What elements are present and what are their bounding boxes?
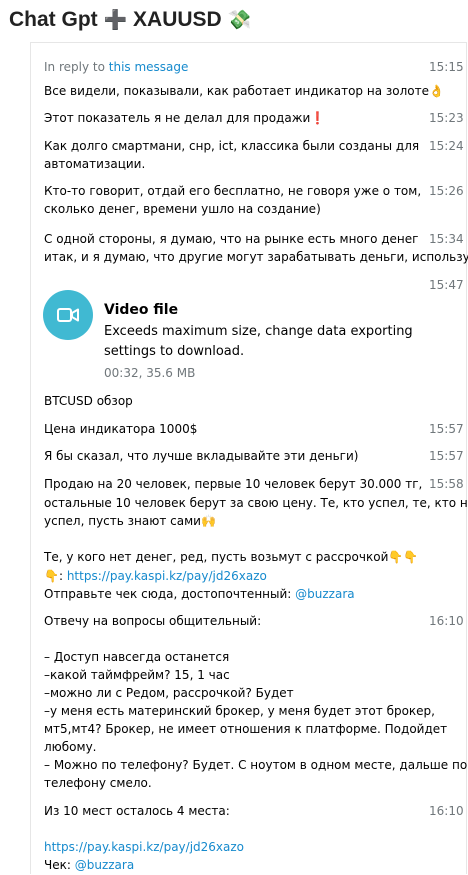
video-title: Video file [104,302,179,318]
message-text: С одной стороны, я думаю, что на рынке е… [44,232,419,246]
message-text: итак, и я думаю, что другие могут зараба… [44,250,468,264]
message-text: Я бы сказал, что лучше вкладывайте эти д… [44,449,359,463]
message-text: Отвечу на вопросы общительный: [44,614,262,628]
message-text: остальные 10 человек берут за свою цену.… [44,496,468,510]
message-link-line: https://pay.kaspi.kz/pay/jd26xazo [44,838,244,857]
message-text: Кто-то говорит, отдай его бесплатно, не … [44,184,422,198]
username-link[interactable]: @buzzara [75,858,134,872]
chat-header: Chat Gpt ➕ XAUUSD 💸 [0,0,468,42]
video-description: Exceeds maximum size, change data export… [104,324,413,359]
message-text: телефону смело. [44,776,152,790]
message-time: 15:47 [429,278,464,292]
history-divider-left [30,42,31,874]
message-text: BTCUSD обзор [44,394,133,408]
message-text: –можно ли с Редом, рассрочкой? Будет [44,686,294,700]
chat-title: Chat Gpt [9,8,98,31]
message-time: 15:58 [429,477,464,491]
message-time: 15:15 [429,60,464,74]
message-receipt-line: Чек: @buzzara [44,856,134,875]
money-emoji-icon: 💸 [227,10,252,31]
message-text: Те, у кого нет денег, ред, пусть возьмут… [44,550,419,564]
message-time: 16:10 [429,614,464,628]
message-text: – Доступ навсегда останется [44,650,230,664]
username-link[interactable]: @buzzara [295,587,354,601]
message-text: –какой таймфрейм? 15, 1 час [44,668,230,682]
payment-link[interactable]: https://pay.kaspi.kz/pay/jd26xazo [44,840,244,854]
reply-prefix: In reply to [44,60,105,74]
message-text: – Можно по телефону? Будет. С ноутом в о… [44,758,468,772]
message-text: Продаю на 20 человек, первые 10 человек … [44,477,423,491]
message-text: Все видели, показывали, как работает инд… [44,84,444,98]
message-text: –у меня есть материнский брокер, у меня … [44,704,435,718]
message-text: Как долго смартмани, снр, ict, классика … [44,139,420,153]
pointing-emoji-icon: 👇: [44,569,63,583]
message-text: Этот показатель я не делал для продажи❗ [44,111,326,125]
message-text: мт5,мт4? Брокер, не имеет отношения к пл… [44,722,448,736]
message-receipt-line: Отправьте чек сюда, достопочтенный: @buz… [44,585,355,604]
reply-link[interactable]: this message [109,60,189,74]
receipt-text: Отправьте чек сюда, достопочтенный: [44,587,292,601]
message-time: 15:57 [429,422,464,436]
message-time: 15:34 [429,232,464,246]
reply-header: In reply to this message [44,58,188,77]
message-time: 16:10 [429,804,464,818]
receipt-prefix: Чек: [44,858,71,872]
message-text: Из 10 мест осталось 4 места: [44,804,230,818]
message-text: автоматизации. [44,157,146,171]
payment-link[interactable]: https://pay.kaspi.kz/pay/jd26xazo [67,569,267,583]
chat-pair: XAUUSD [133,8,222,31]
message-text: успел, пусть знают сами🙌 [44,514,216,528]
plus-emoji-icon: ➕ [103,10,128,31]
video-camera-icon [57,308,79,322]
message-text: Цена индикатора 1000$ [44,422,198,436]
video-file-thumbnail[interactable] [43,290,93,340]
message-time: 15:23 [429,111,464,125]
message-time: 15:24 [429,139,464,153]
message-text: сколько денег, времени ушло на создание) [44,202,321,216]
history-divider-right [466,42,467,874]
message-payment-line: 👇: https://pay.kaspi.kz/pay/jd26xazo [44,567,267,586]
message-time: 15:57 [429,449,464,463]
history-divider-top [30,42,467,43]
message-time: 15:26 [429,184,464,198]
message-text: любому. [44,740,97,754]
video-meta: 00:32, 35.6 MB [104,366,196,380]
